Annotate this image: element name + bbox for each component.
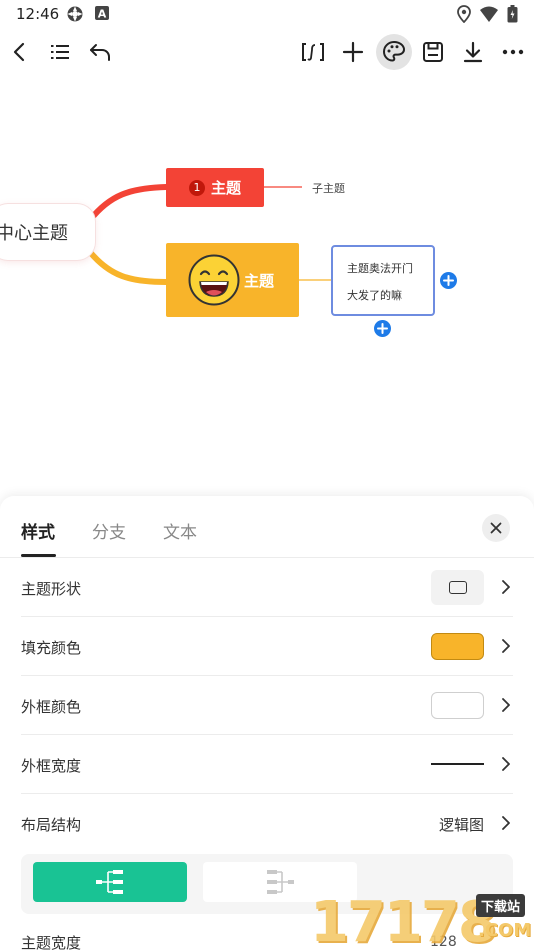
note-line-2: 大发了的嘛 [347, 289, 402, 302]
plus-icon [377, 323, 388, 334]
border-width-line[interactable] [431, 763, 484, 765]
status-time: 12:46 [16, 5, 60, 23]
sync-icon [66, 5, 84, 27]
back-arrow-icon [13, 42, 25, 62]
fill-color-swatch[interactable] [431, 633, 484, 660]
tab-indicator [21, 554, 56, 557]
mindmap-canvas[interactable]: 中心主题 1 主题 子主题 主题 主题奥法开门 大发了的嘛 [0, 80, 534, 500]
rounded-rect-shape-icon [448, 581, 467, 594]
row-fill-color[interactable]: 填充颜色 [21, 617, 513, 676]
topic-yellow[interactable]: 主题 [166, 243, 299, 317]
svg-text:A: A [98, 8, 107, 21]
row-label: 填充颜色 [21, 639, 82, 657]
topic-red[interactable]: 1 主题 [166, 168, 264, 207]
close-icon [490, 522, 502, 534]
central-topic[interactable]: 中心主题 [0, 204, 95, 260]
more-button[interactable] [495, 34, 531, 70]
row-topic-width-label: 主题宽度 [21, 934, 82, 950]
save-button[interactable] [415, 34, 451, 70]
logic-tree-left-icon [267, 870, 294, 894]
tab-text[interactable]: 文本 [163, 518, 197, 543]
layout-logic-right[interactable] [33, 862, 187, 902]
row-label: 主题形状 [21, 580, 82, 598]
layout-value: 逻辑图 [438, 816, 484, 834]
chevron-right-icon [502, 816, 510, 830]
undo-button[interactable] [82, 34, 118, 70]
add-sibling-button[interactable] [374, 320, 391, 337]
toolbar [0, 34, 534, 74]
topic-red-label: 主题 [210, 179, 241, 197]
outline-button[interactable] [42, 34, 78, 70]
note-line-1: 主题奥法开门 [347, 262, 413, 275]
undo-icon [90, 44, 110, 61]
watermark-digits: 17178 [310, 890, 497, 950]
tab-style[interactable]: 样式 [21, 518, 55, 543]
chevron-right-icon [502, 580, 510, 594]
close-panel-button[interactable] [482, 514, 510, 542]
back-button[interactable] [2, 34, 38, 70]
watermark-suffix: .COM [478, 920, 532, 941]
row-layout[interactable]: 布局结构 逻辑图 [21, 794, 513, 853]
more-dots-icon [502, 49, 524, 55]
wifi-icon [479, 5, 499, 27]
download-button[interactable] [455, 34, 491, 70]
plus-icon [342, 41, 364, 63]
download-icon [463, 41, 483, 63]
chevron-right-icon [502, 757, 510, 771]
priority-badge: 1 [188, 179, 205, 196]
plus-icon [443, 275, 454, 286]
formula-icon [302, 43, 324, 61]
chevron-right-icon [502, 698, 510, 712]
style-panel: 样式 分支 文本 主题形状 填充颜色 外框颜色 外框宽度 布局结构 逻辑图 主题… [0, 496, 534, 950]
topic-yellow-label: 主题 [244, 271, 275, 290]
logic-tree-icon [96, 870, 123, 894]
row-label: 外框颜色 [21, 698, 82, 716]
row-label: 布局结构 [21, 816, 82, 834]
add-child-button[interactable] [440, 272, 457, 289]
row-label: 外框宽度 [21, 757, 82, 775]
battery-icon [507, 5, 518, 27]
chevron-right-icon [502, 639, 510, 653]
smiley-emoji-icon [188, 254, 240, 306]
location-icon [457, 5, 471, 27]
border-color-swatch[interactable] [431, 692, 484, 719]
palette-icon [382, 40, 406, 62]
save-icon [423, 42, 443, 62]
row-topic-shape[interactable]: 主题形状 [21, 558, 513, 617]
status-bar: 12:46 A [0, 0, 534, 28]
formula-button[interactable] [295, 34, 331, 70]
keyboard-a-icon: A [94, 5, 110, 27]
style-button[interactable] [376, 34, 412, 70]
panel-tabs: 样式 分支 文本 [0, 496, 534, 558]
central-topic-text: 中心主题 [0, 223, 68, 244]
add-topic-button[interactable] [335, 34, 371, 70]
watermark-tag: 下载站 [476, 894, 526, 917]
site-watermark: 17178 下载站 .COM [310, 890, 534, 950]
row-border-color[interactable]: 外框颜色 [21, 676, 513, 735]
note-topic[interactable]: 主题奥法开门 大发了的嘛 [331, 245, 435, 316]
tab-branch[interactable]: 分支 [92, 518, 126, 543]
list-icon [51, 45, 69, 59]
shape-preview[interactable] [431, 570, 484, 605]
row-border-width[interactable]: 外框宽度 [21, 735, 513, 794]
subtopic[interactable]: 子主题 [312, 180, 345, 196]
